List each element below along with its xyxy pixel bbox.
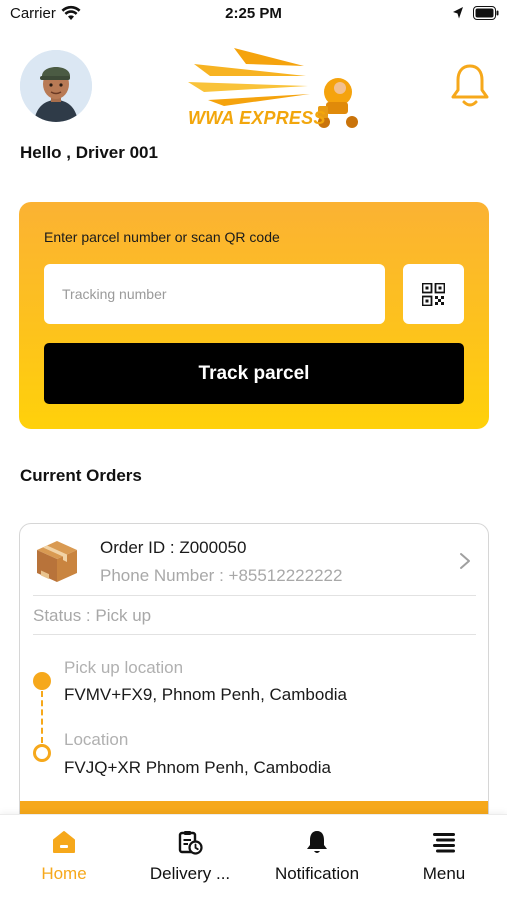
avatar-image [20,50,92,122]
location-arrow-icon [453,7,463,19]
divider [33,634,476,635]
nav-label-home: Home [41,864,87,883]
status-bar: Carrier 2:25 PM [0,0,507,28]
track-parcel-button[interactable]: Track parcel [44,343,464,404]
battery-icon [473,6,499,20]
logo-text: WWA EXPRESS [188,108,326,128]
nav-label-delivery: Delivery ... [149,864,231,883]
nav-label-notification: Notification [274,864,360,883]
home-icon [53,831,75,853]
driver-greeting: Hello , Driver 001 [20,143,158,162]
order-id: Order ID : Z000050 [100,538,247,557]
pickup-location-label: Pick up location [64,658,184,677]
nav-item-menu[interactable]: Menu [381,815,507,900]
menu-icon [433,833,455,853]
pickup-dot-icon [33,672,51,690]
nav-item-notification[interactable]: Notification [254,815,380,900]
location-address: FVJQ+XR Phnom Penh, Cambodia [64,758,331,777]
divider [33,595,476,596]
qr-code-icon [422,283,445,306]
chevron-right-icon[interactable] [458,551,472,571]
route-line [41,691,43,743]
location-dot-icon [33,744,51,762]
bottom-navigation: Home Delivery ... Notification Menu [0,814,507,900]
phone-number: Phone Number : +85512222222 [100,566,343,585]
delivery-icon [178,831,203,855]
nav-label-menu: Menu [422,864,466,883]
track-parcel-card: Enter parcel number or scan QR code Trac… [19,202,489,429]
nav-item-home[interactable]: Home [1,815,127,900]
notification-bell-icon[interactable] [449,62,491,110]
location-label: Location [64,730,129,749]
pickup-address: FVMV+FX9, Phnom Penh, Cambodia [64,685,347,704]
parcel-box-icon [37,541,77,582]
order-card[interactable]: Order ID : Z000050 Phone Number : +85512… [19,523,489,853]
scan-qr-button[interactable] [403,264,464,324]
nav-item-delivery[interactable]: Delivery ... [127,815,253,900]
tracking-number-input[interactable] [44,264,385,324]
clock-time: 2:25 PM [225,5,282,22]
bell-icon [307,831,327,853]
order-status: Status : Pick up [33,606,152,625]
current-orders-title: Current Orders [20,466,142,485]
driver-avatar[interactable] [20,50,92,122]
track-prompt: Enter parcel number or scan QR code [44,229,280,245]
